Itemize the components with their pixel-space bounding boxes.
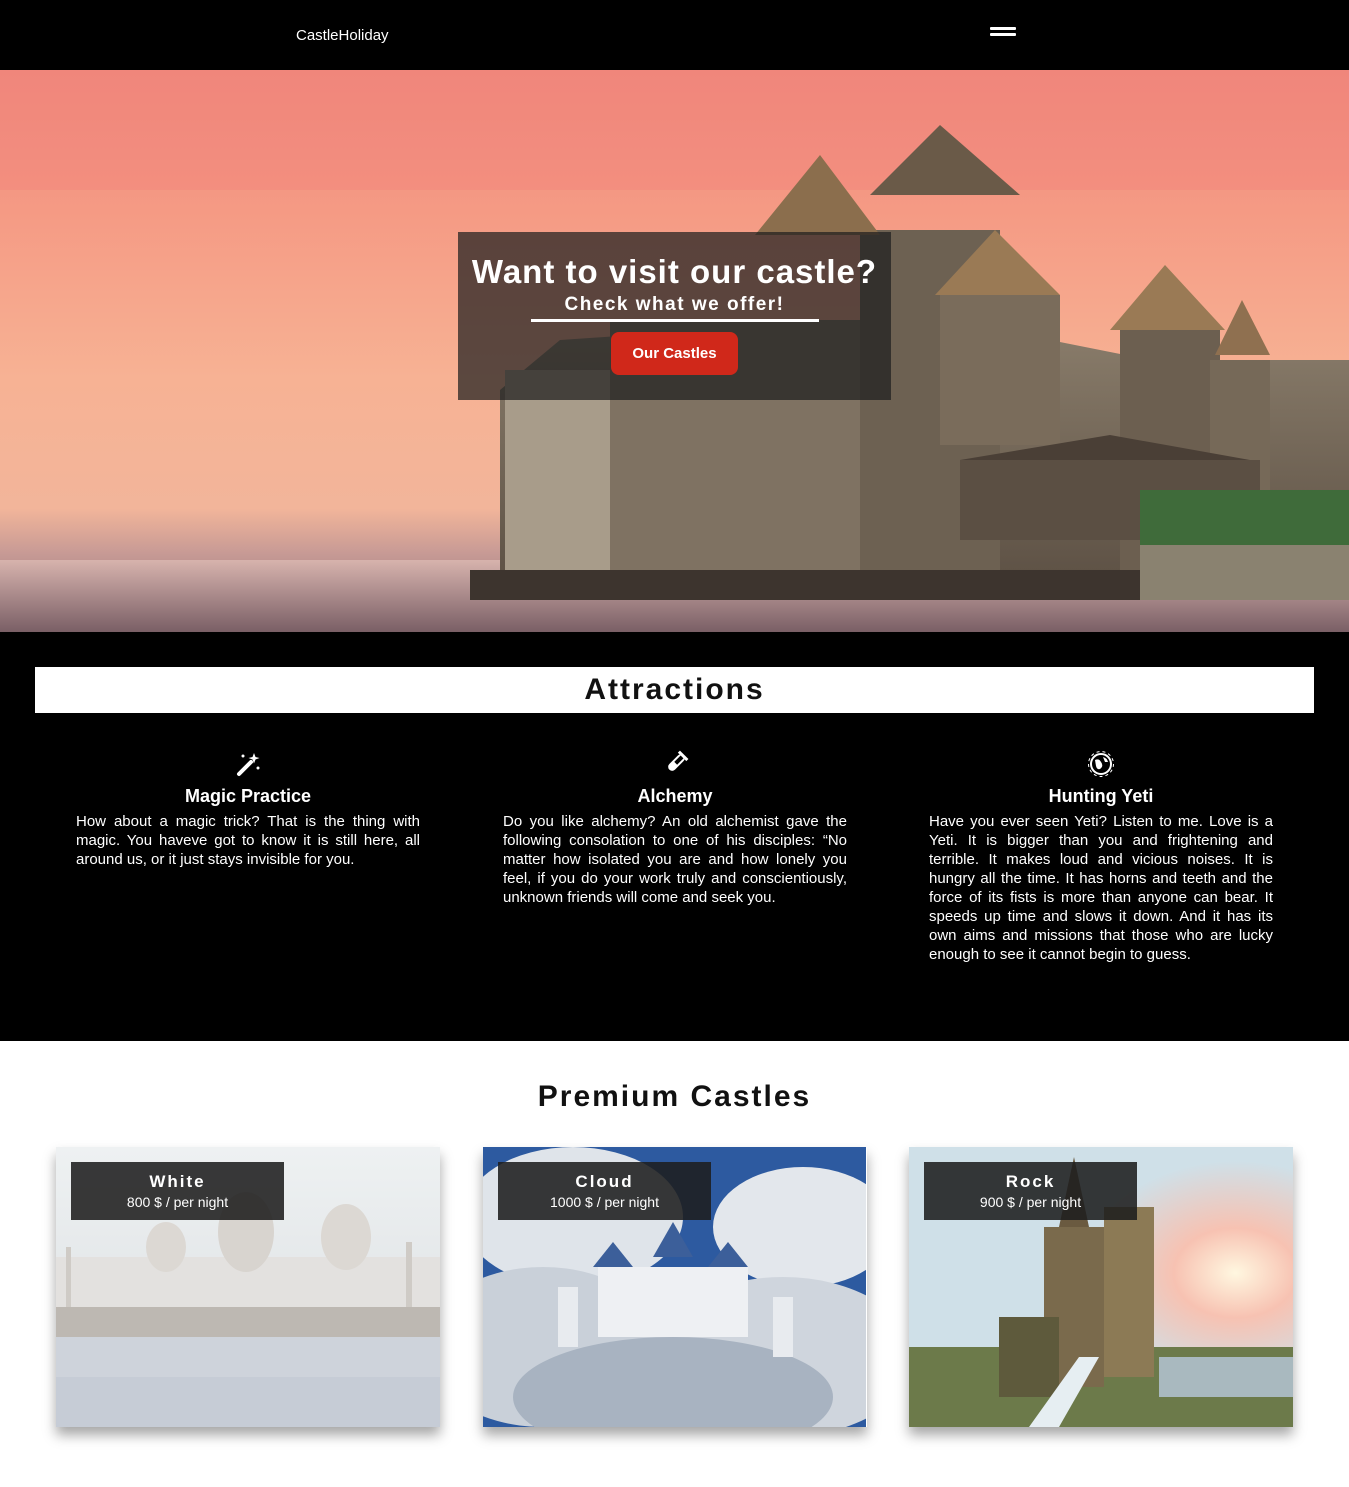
attraction-text: How about a magic trick? That is the thi… [76, 813, 420, 868]
attraction-title: Alchemy [637, 786, 713, 806]
hero-subtitle: Check what we offer! [564, 294, 785, 315]
castle-price: 900 $ / per night [979, 1194, 1082, 1210]
our-castles-button[interactable]: Our Castles [611, 332, 738, 375]
attraction-text: Do you like alchemy? An old alchemist ga… [503, 813, 847, 906]
test-tube-icon [668, 750, 689, 771]
castle-price: 1000 $ / per night [550, 1194, 659, 1210]
castle-card-white[interactable]: White 800 $ / per night [56, 1147, 440, 1427]
attraction-item: Alchemy Do you like alchemy? An old alch… [503, 750, 847, 907]
castle-price: 800 $ / per night [126, 1194, 229, 1210]
card-label: White 800 $ / per night [71, 1162, 284, 1220]
attraction-title: Magic Practice [184, 786, 312, 806]
card-label: Rock 900 $ / per night [924, 1162, 1137, 1220]
brand-link[interactable]: CastleHoliday [296, 27, 389, 44]
attraction-title: Hunting Yeti [1048, 786, 1154, 806]
hero-callout: Want to visit our castle? Check what we … [458, 232, 891, 400]
castle-card-rock[interactable]: Rock 900 $ / per night [909, 1147, 1293, 1427]
hero-title: Want to visit our castle? [471, 253, 878, 290]
attractions-section: Attractions Magic Practice How about a m… [0, 632, 1349, 1041]
castle-name: Cloud [575, 1172, 634, 1191]
hero-divider [530, 319, 819, 322]
attraction-text: Have you ever seen Yeti? Listen to me. L… [929, 813, 1273, 963]
attraction-item: Hunting Yeti Have you ever seen Yeti? Li… [929, 750, 1273, 964]
castle-name: White [149, 1172, 206, 1191]
hamburger-bar [990, 27, 1016, 30]
navbar: CastleHoliday [0, 0, 1349, 70]
hero-section: Want to visit our castle? Check what we … [0, 70, 1349, 632]
hamburger-menu-icon[interactable] [990, 27, 1019, 41]
attraction-item: Magic Practice How about a magic trick? … [76, 750, 420, 869]
premium-heading: Premium Castles [537, 1080, 812, 1113]
card-label: Cloud 1000 $ / per night [498, 1162, 711, 1220]
globe-icon [1088, 751, 1114, 777]
magic-wand-icon [237, 753, 260, 776]
castle-name: Rock [1005, 1172, 1056, 1191]
castle-card-cloud[interactable]: Cloud 1000 $ / per night [483, 1147, 867, 1427]
hamburger-bar [990, 33, 1016, 36]
attractions-heading: Attractions [35, 667, 1314, 713]
